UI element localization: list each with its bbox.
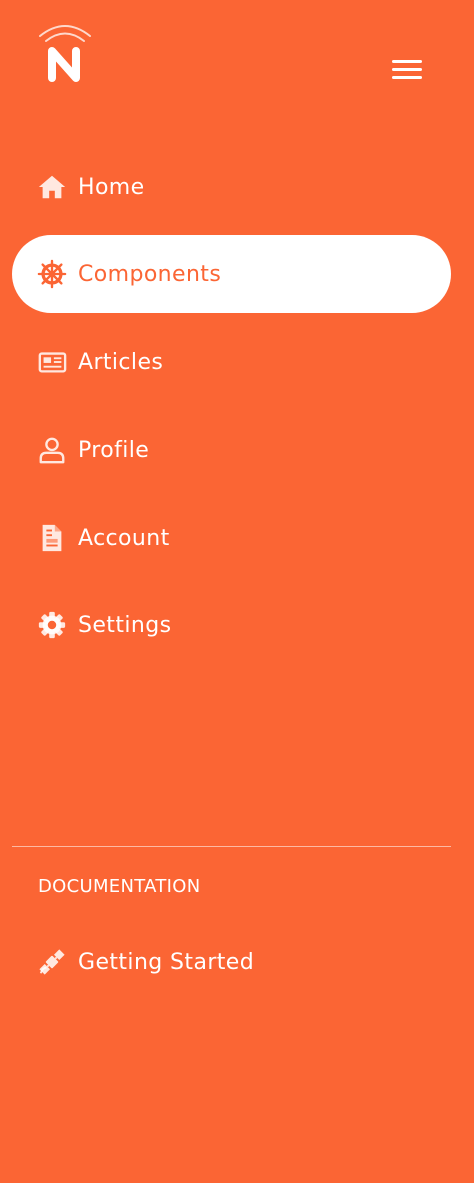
- sidebar-header: [0, 0, 474, 120]
- home-icon: [36, 171, 68, 203]
- sidebar-item-label: Settings: [78, 612, 172, 638]
- sidebar-item-settings[interactable]: Settings: [12, 586, 451, 664]
- sidebar-item-label: Components: [78, 261, 222, 287]
- newspaper-icon: [36, 346, 68, 378]
- document-icon: [36, 522, 68, 554]
- sidebar-item-account[interactable]: Account: [12, 499, 451, 577]
- sidebar-item-articles[interactable]: Articles: [12, 323, 451, 401]
- user-icon: [36, 434, 68, 466]
- satellite-icon: [36, 946, 68, 978]
- hamburger-menu-icon[interactable]: [390, 58, 424, 82]
- sidebar-item-label: Getting Started: [78, 949, 255, 975]
- sidebar-item-getting-started[interactable]: Getting Started: [12, 923, 451, 1001]
- sidebar-item-label: Account: [78, 525, 170, 551]
- sidebar-item-home[interactable]: Home: [12, 148, 451, 226]
- sidebar-item-profile[interactable]: Profile: [12, 411, 451, 489]
- sidebar-item-label: Articles: [78, 349, 164, 375]
- sidebar-item-label: Profile: [78, 437, 150, 463]
- documentation-heading: DOCUMENTATION: [38, 876, 201, 897]
- sidebar-item-label: Home: [78, 174, 145, 200]
- gear-icon: [36, 609, 68, 641]
- section-divider: [12, 846, 451, 847]
- brand-n-logo-icon[interactable]: [36, 20, 94, 84]
- sidebar-item-components[interactable]: Components: [12, 235, 451, 313]
- ship-wheel-icon: [36, 258, 68, 290]
